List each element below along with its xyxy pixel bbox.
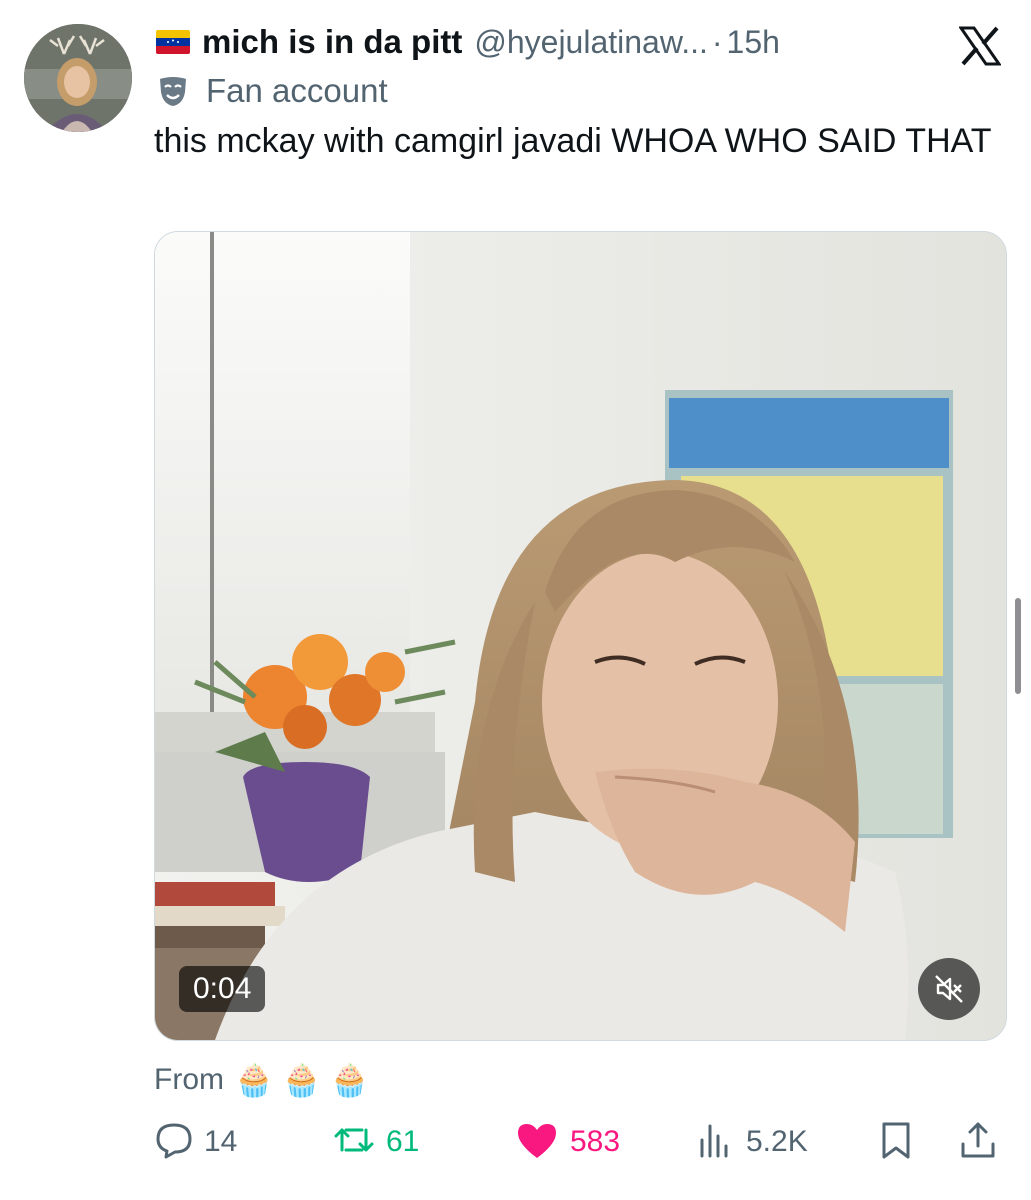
like-button[interactable]: 583 <box>514 1118 620 1166</box>
share-button[interactable] <box>958 1118 998 1166</box>
heart-filled-icon <box>514 1120 560 1165</box>
video-player[interactable]: 0:04 <box>154 231 1007 1041</box>
bookmark-icon <box>876 1120 916 1165</box>
tweet-text: this mckay with camgirl javadi WHOA WHO … <box>154 122 992 160</box>
x-logo-icon <box>958 26 1002 66</box>
tweet-action-bar: 14 61 583 5.2K <box>154 1118 1004 1166</box>
separator-dot: · <box>711 23 723 60</box>
views-button[interactable]: 5.2K <box>696 1118 808 1166</box>
venezuela-flag-icon <box>156 30 190 54</box>
account-label-text: Fan account <box>206 72 388 109</box>
repost-count: 61 <box>386 1125 420 1158</box>
from-label: From <box>154 1063 224 1096</box>
reply-icon <box>154 1120 194 1165</box>
views-count: 5.2K <box>746 1125 808 1158</box>
from-row: From 🧁 🧁 🧁 <box>154 1058 378 1102</box>
like-count: 583 <box>570 1125 621 1158</box>
tweet-header: mich is in da pitt @hyejulatinaw... · 15… <box>156 22 780 62</box>
share-icon <box>958 1120 998 1165</box>
mute-toggle-button[interactable] <box>918 958 980 1020</box>
speaker-muted-icon <box>932 972 966 1006</box>
author-display-name[interactable]: mich is in da pitt <box>202 23 462 61</box>
scrollbar[interactable] <box>1015 598 1021 694</box>
cupcake-emoji: 🧁 <box>281 1062 322 1098</box>
account-label[interactable]: Fan account <box>156 72 388 110</box>
author-handle[interactable]: @hyejulatinaw... <box>474 24 708 61</box>
cupcake-emoji: 🧁 <box>234 1062 274 1098</box>
views-chart-icon <box>696 1120 736 1165</box>
cupcake-emoji: 🧁 <box>329 1062 370 1098</box>
tweet-timestamp[interactable]: 15h <box>727 24 780 61</box>
video-duration-badge: 0:04 <box>179 966 266 1012</box>
avatar[interactable] <box>24 24 132 132</box>
repost-button[interactable]: 61 <box>332 1118 419 1166</box>
reply-count: 14 <box>204 1125 238 1158</box>
repost-icon <box>332 1120 376 1165</box>
reply-button[interactable]: 14 <box>154 1118 237 1166</box>
theater-masks-icon <box>156 74 190 108</box>
bookmark-button[interactable] <box>876 1118 916 1166</box>
